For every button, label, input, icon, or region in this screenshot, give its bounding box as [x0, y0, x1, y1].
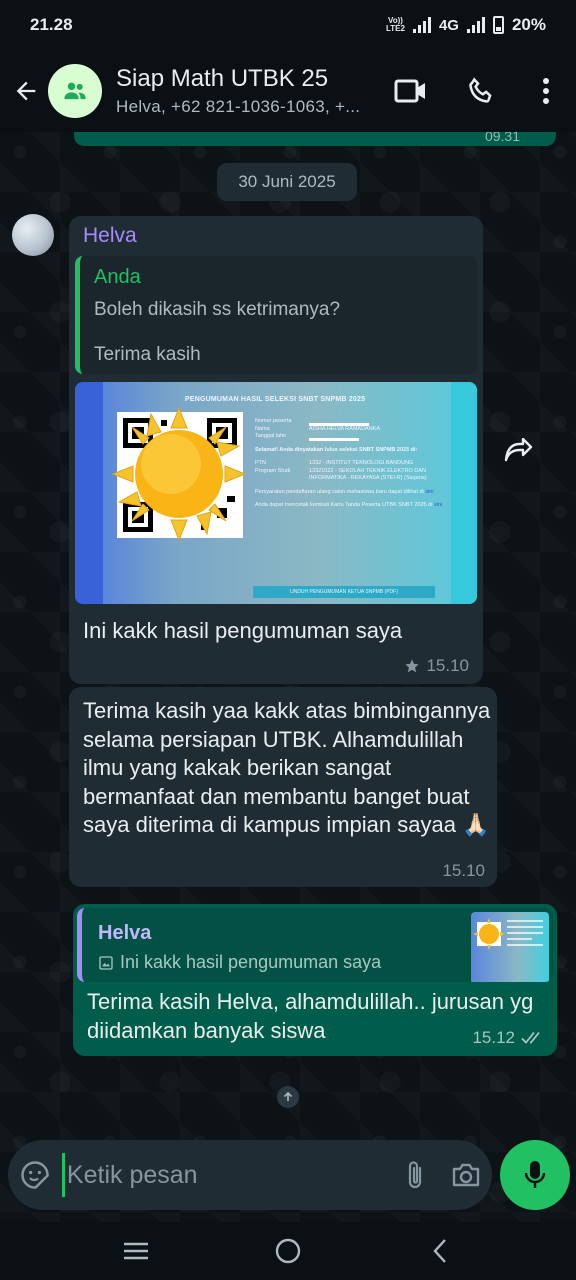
incoming-message[interactable]: Helva Anda Boleh dikasih ss ketrimanya? … — [69, 216, 483, 684]
battery-level: 20% — [511, 15, 546, 34]
outgoing-message[interactable]: Helva Ini kakk hasil pengumuman saya Ter… — [73, 904, 557, 1056]
group-avatar[interactable] — [48, 64, 102, 118]
forward-button[interactable] — [494, 426, 544, 476]
volte-indicator: Vo)) LTE2 — [385, 16, 405, 33]
image-decoration — [75, 382, 103, 604]
download-announcement-button: UNDUH PENGUMUMAN KETUA SNPMB (PDF) — [253, 586, 435, 598]
header-actions — [376, 50, 576, 132]
quote-author: Helva — [98, 922, 152, 944]
date-separator: 30 Juni 2025 — [217, 163, 357, 201]
message-input[interactable] — [61, 1153, 389, 1197]
sun-sticker-icon — [111, 406, 247, 542]
signal-icon — [412, 17, 431, 33]
arrow-up-icon — [283, 1091, 293, 1101]
message-time: 15.10 — [426, 656, 469, 675]
sticker-button[interactable] — [10, 1144, 60, 1206]
system-back-button[interactable] — [410, 1226, 470, 1276]
status-time: 21.28 — [30, 15, 73, 34]
home-icon — [275, 1238, 301, 1264]
sticker-icon — [21, 1161, 49, 1189]
status-icons: Vo)) LTE2 4G 20% — [386, 15, 546, 35]
attach-button[interactable] — [389, 1144, 441, 1206]
back-button[interactable] — [0, 61, 52, 121]
group-name: Siap Math UTBK 25 — [116, 65, 329, 92]
voice-message-button[interactable] — [500, 1140, 570, 1210]
message-composer — [0, 1140, 576, 1212]
status-bar: 21.28 Vo)) LTE2 4G 20% — [0, 0, 576, 50]
input-container — [8, 1140, 492, 1210]
quote-text: Terima kasih — [94, 344, 201, 365]
back-arrow-icon — [16, 81, 36, 101]
chat-area[interactable]: 09.31 30 Juni 2025 Helva Anda Boleh dika… — [0, 132, 576, 1222]
message-time: 15.12 — [472, 1028, 515, 1047]
network-type: 4G — [438, 16, 459, 34]
message-text: Ini kakk hasil pengumuman saya — [83, 618, 403, 643]
group-members: Helva, +62 821-1036-1063, +... — [116, 97, 361, 116]
sender-avatar[interactable] — [12, 214, 54, 256]
phone-icon — [469, 77, 492, 103]
camera-button[interactable] — [440, 1144, 492, 1206]
back-icon — [433, 1239, 446, 1263]
message-text: Terima kasih yaa kakk atas bimbingannya … — [83, 698, 491, 837]
more-options-button[interactable] — [516, 61, 576, 121]
quoted-message[interactable]: Anda Boleh dikasih ss ketrimanya? Terima… — [75, 256, 477, 374]
camera-icon — [453, 1163, 480, 1187]
quote-thumbnail — [471, 912, 549, 982]
image-icon — [99, 955, 113, 970]
sender-name[interactable]: Helva — [83, 224, 137, 248]
battery-icon — [492, 16, 504, 34]
quote-author: Anda — [94, 266, 141, 288]
double-check-icon — [521, 1031, 540, 1044]
voice-call-button[interactable] — [446, 61, 516, 121]
message-meta: 15.12 — [472, 1028, 545, 1048]
signal-icon — [466, 17, 485, 33]
recents-button[interactable] — [106, 1226, 166, 1276]
group-icon — [64, 82, 86, 100]
mic-icon — [524, 1161, 546, 1188]
recents-icon — [124, 1242, 148, 1260]
attach-icon — [408, 1161, 421, 1189]
quoted-message[interactable]: Helva Ini kakk hasil pengumuman saya — [77, 908, 553, 982]
image-attachment[interactable]: PENGUMUMAN HASIL SELEKSI SNBT SNPMB 2025 — [75, 382, 477, 604]
quote-text: Boleh dikasih ss ketrimanya? — [94, 299, 341, 320]
scroll-up-button[interactable] — [277, 1086, 299, 1108]
quote-text: Ini kakk hasil pengumuman saya — [98, 952, 381, 973]
message-meta: 15.10 — [404, 656, 469, 676]
video-call-icon — [394, 79, 425, 103]
star-icon — [405, 659, 420, 673]
announcement-details: Nomor peserta Nama AISHA HELVA RAMADANKA … — [255, 418, 443, 508]
forward-icon — [504, 438, 533, 462]
chat-info[interactable]: Siap Math UTBK 25 Helva, +62 821-1036-10… — [116, 65, 386, 117]
image-decoration — [451, 382, 477, 604]
message-time: 15.10 — [442, 861, 485, 880]
image-title: PENGUMUMAN HASIL SELEKSI SNBT SNPMB 2025 — [185, 396, 366, 403]
more-options-icon — [543, 78, 549, 104]
previous-message[interactable]: 09.31 — [74, 132, 556, 146]
home-button[interactable] — [258, 1226, 318, 1276]
system-navigation-bar — [0, 1222, 576, 1280]
video-call-button[interactable] — [376, 61, 446, 121]
incoming-message[interactable]: Terima kasih yaa kakk atas bimbingannya … — [69, 687, 497, 887]
message-time: 09.31 — [484, 132, 520, 144]
chat-header: Siap Math UTBK 25 Helva, +62 821-1036-10… — [0, 50, 576, 132]
